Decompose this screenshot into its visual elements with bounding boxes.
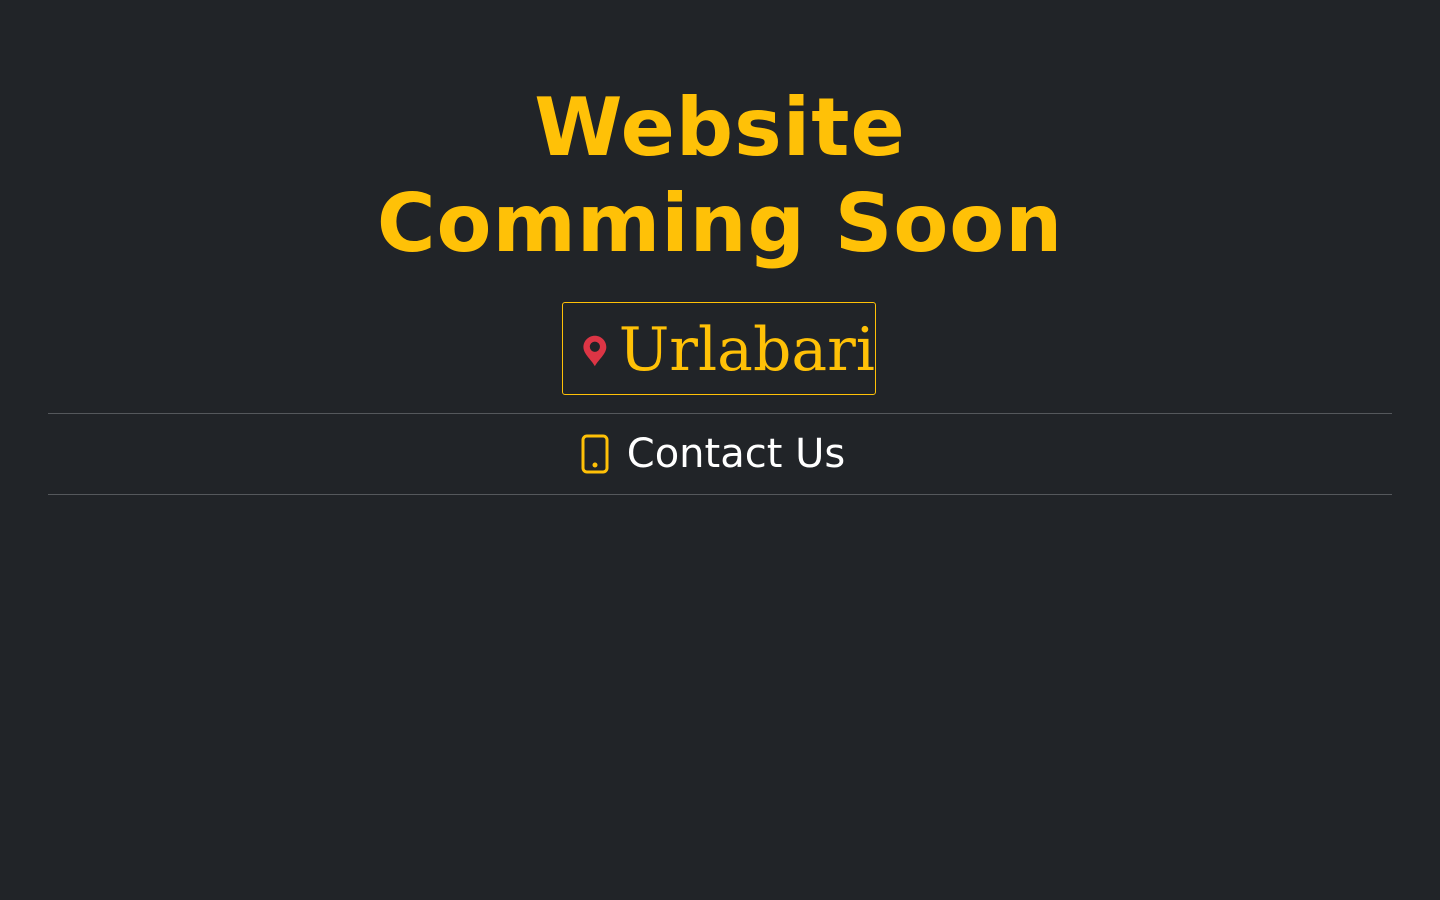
page: Website Comming Soon Urlabari Contact Us [0, 0, 1440, 900]
page-title: Website Comming Soon [0, 80, 1440, 272]
contact-us-label: Contact Us [626, 431, 846, 477]
mobile-phone-icon [581, 434, 609, 474]
contact-us-link[interactable]: Contact Us [0, 414, 1440, 494]
location-badge: Urlabari [562, 302, 876, 395]
title-line-2: Comming Soon [376, 177, 1064, 270]
map-pin-icon [583, 335, 607, 366]
location-name: Urlabari [618, 314, 875, 385]
title-line-1: Website [534, 81, 906, 174]
divider-bottom [48, 494, 1392, 495]
